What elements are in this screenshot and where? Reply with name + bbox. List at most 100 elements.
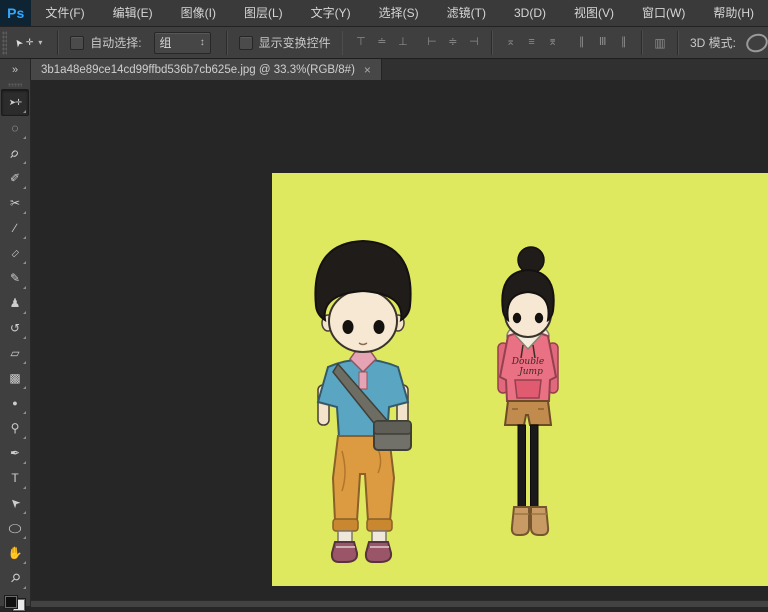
align-horizontal-centers-button[interactable]: ≑ (442, 33, 463, 53)
dodge-tool[interactable]: ⚲ (2, 416, 28, 441)
elliptical-marquee-tool[interactable]: ◌ (2, 116, 28, 141)
move-tool[interactable]: ➤✛ (1, 89, 29, 116)
history-brush-tool[interactable]: ↺ (2, 316, 28, 341)
separator (57, 31, 59, 55)
distribute-top-edges-button[interactable]: ⌅ (500, 33, 521, 53)
align-left-edges-button[interactable]: ⊢ (421, 33, 442, 53)
auto-select-label: 自动选择: (90, 34, 141, 51)
crop-tool-icon: ✂ (10, 197, 20, 209)
menu-item-edit[interactable]: 编辑(E) (99, 0, 167, 26)
align-right-edges-button[interactable]: ⊣ (463, 33, 484, 53)
move-tool-icon: ➤✛ (9, 98, 21, 107)
distribute-right-edges-button[interactable]: ∥ (613, 33, 634, 53)
eyedropper-tool-icon: ∕ (14, 222, 16, 234)
document-tab-title: 3b1a48e89ce14cd99ffbd536b7cb625e.jpg @ 3… (41, 64, 355, 76)
distribute-spacing-button[interactable]: ▥ (650, 33, 670, 53)
foreground-color-swatch[interactable] (4, 595, 18, 609)
brush-tool[interactable]: ✎ (2, 266, 28, 291)
spot-healing-tool-icon: ▭ (9, 247, 21, 259)
auto-select-option: 自动选择: (70, 34, 141, 51)
separator (491, 31, 493, 55)
lasso-tool[interactable]: ϙ (2, 141, 28, 166)
menu-item-image[interactable]: 图像(I) (167, 0, 230, 26)
show-transform-checkbox[interactable] (239, 36, 253, 50)
current-tool-preview[interactable]: ➤ ✛ ▾ (7, 37, 50, 48)
history-brush-tool-icon: ↺ (10, 322, 20, 334)
alignment-buttons: ⊤ ≐ ⊥ ⊢ ≑ ⊣ (350, 33, 484, 53)
clone-stamp-tool[interactable]: ♟ (2, 291, 28, 316)
move-cross-icon: ✛ (26, 37, 34, 48)
spot-healing-brush-tool[interactable]: ▭ (2, 241, 28, 266)
menu-item-3d[interactable]: 3D(D) (500, 0, 560, 26)
close-document-icon[interactable]: × (364, 63, 371, 77)
3d-orbit-icon[interactable] (744, 30, 768, 54)
menu-item-window[interactable]: 窗口(W) (628, 0, 699, 26)
ellipse-shape-tool[interactable]: ◯ (2, 516, 28, 541)
document-tab[interactable]: 3b1a48e89ce14cd99ffbd536b7cb625e.jpg @ 3… (31, 59, 382, 80)
photoshop-window: Ps 文件(F) 编辑(E) 图像(I) 图层(L) 文字(Y) 选择(S) 滤… (0, 0, 768, 606)
options-bar: ➤ ✛ ▾ 自动选择: 组 ↕ 显示变换控件 ⊤ ≐ ⊥ ⊢ ≑ ⊣ ⌅ (0, 27, 768, 59)
blur-tool[interactable]: ● (2, 391, 28, 416)
collapse-tools-panel-button[interactable]: » (0, 59, 31, 80)
align-top-edges-button[interactable]: ⊤ (350, 33, 371, 53)
auto-select-target-dropdown[interactable]: 组 ↕ (154, 32, 211, 54)
show-transform-option: 显示变换控件 (239, 34, 331, 51)
lasso-tool-icon: ϙ (8, 147, 21, 160)
path-selection-tool[interactable]: ➤ (2, 491, 28, 516)
eraser-tool-icon: ▱ (10, 347, 19, 359)
tools-panel: ➤✛ ◌ ϙ ✐ ✂ ∕ ▭ ✎ ♟ ↺ ▱ ▩ ● ⚲ ✒ T ➤ ◯ ✋ ⚲ (0, 80, 31, 606)
document-image[interactable]: Double Jump (272, 173, 768, 586)
menu-item-file[interactable]: 文件(F) (31, 0, 98, 26)
distribute-buttons: ⌅ ≡ ⌆ ∥ Ⅲ ∥ (500, 33, 634, 53)
align-vertical-centers-button[interactable]: ≐ (371, 33, 392, 53)
type-tool-icon: T (11, 472, 18, 484)
girl-figure: Double Jump (498, 247, 558, 535)
menu-item-help[interactable]: 帮助(H) (699, 0, 768, 26)
menu-item-view[interactable]: 视图(V) (560, 0, 628, 26)
stepper-arrows-icon: ↕ (200, 37, 205, 48)
distribute-vertical-centers-button[interactable]: ≡ (521, 33, 542, 53)
zoom-tool-icon: ⚲ (8, 571, 23, 586)
clone-stamp-tool-icon: ♟ (10, 297, 21, 309)
auto-select-checkbox[interactable] (70, 36, 84, 50)
type-tool[interactable]: T (2, 466, 28, 491)
brush-tool-icon: ✎ (10, 272, 20, 284)
separator (342, 31, 344, 55)
separator (677, 31, 679, 55)
eyedropper-tool[interactable]: ∕ (2, 216, 28, 241)
canvas-area[interactable]: Double Jump (31, 80, 768, 600)
distribute-horizontal-centers-button[interactable]: Ⅲ (592, 33, 613, 53)
distribute-left-edges-button[interactable]: ∥ (571, 33, 592, 53)
ellipse-shape-tool-icon: ◯ (8, 524, 21, 533)
align-bottom-edges-button[interactable]: ⊥ (392, 33, 413, 53)
hand-tool-icon: ✋ (8, 547, 23, 559)
gradient-tool-icon: ▩ (9, 372, 20, 384)
marquee-tool-icon: ◌ (11, 122, 18, 134)
eraser-tool[interactable]: ▱ (2, 341, 28, 366)
photoshop-logo: Ps (0, 0, 31, 26)
boy-figure (315, 241, 411, 562)
3d-mode-label: 3D 模式: (690, 34, 736, 51)
quick-selection-tool[interactable]: ✐ (2, 166, 28, 191)
color-swatches[interactable] (4, 593, 26, 606)
crop-tool[interactable]: ✂ (2, 191, 28, 216)
document-tab-bar: » 3b1a48e89ce14cd99ffbd536b7cb625e.jpg @… (0, 59, 768, 80)
distribute-bottom-edges-button[interactable]: ⌆ (542, 33, 563, 53)
path-selection-tool-icon: ➤ (7, 496, 23, 512)
pen-tool[interactable]: ✒ (2, 441, 28, 466)
menu-item-select[interactable]: 选择(S) (365, 0, 433, 26)
hoodie-text-line2: Jump (517, 367, 543, 377)
zoom-tool[interactable]: ⚲ (2, 566, 28, 591)
move-cursor-icon: ➤ (13, 36, 27, 49)
hoodie-text-line1: Double (511, 357, 544, 367)
show-transform-label: 显示变换控件 (259, 34, 331, 51)
hand-tool[interactable]: ✋ (2, 541, 28, 566)
tools-panel-grip[interactable] (8, 83, 22, 87)
separator (641, 31, 643, 55)
menu-item-layer[interactable]: 图层(L) (230, 0, 297, 26)
menu-bar: Ps 文件(F) 编辑(E) 图像(I) 图层(L) 文字(Y) 选择(S) 滤… (0, 0, 768, 27)
gradient-tool[interactable]: ▩ (2, 366, 28, 391)
pen-tool-icon: ✒ (10, 447, 20, 459)
menu-item-filter[interactable]: 滤镜(T) (433, 0, 500, 26)
menu-item-type[interactable]: 文字(Y) (297, 0, 365, 26)
